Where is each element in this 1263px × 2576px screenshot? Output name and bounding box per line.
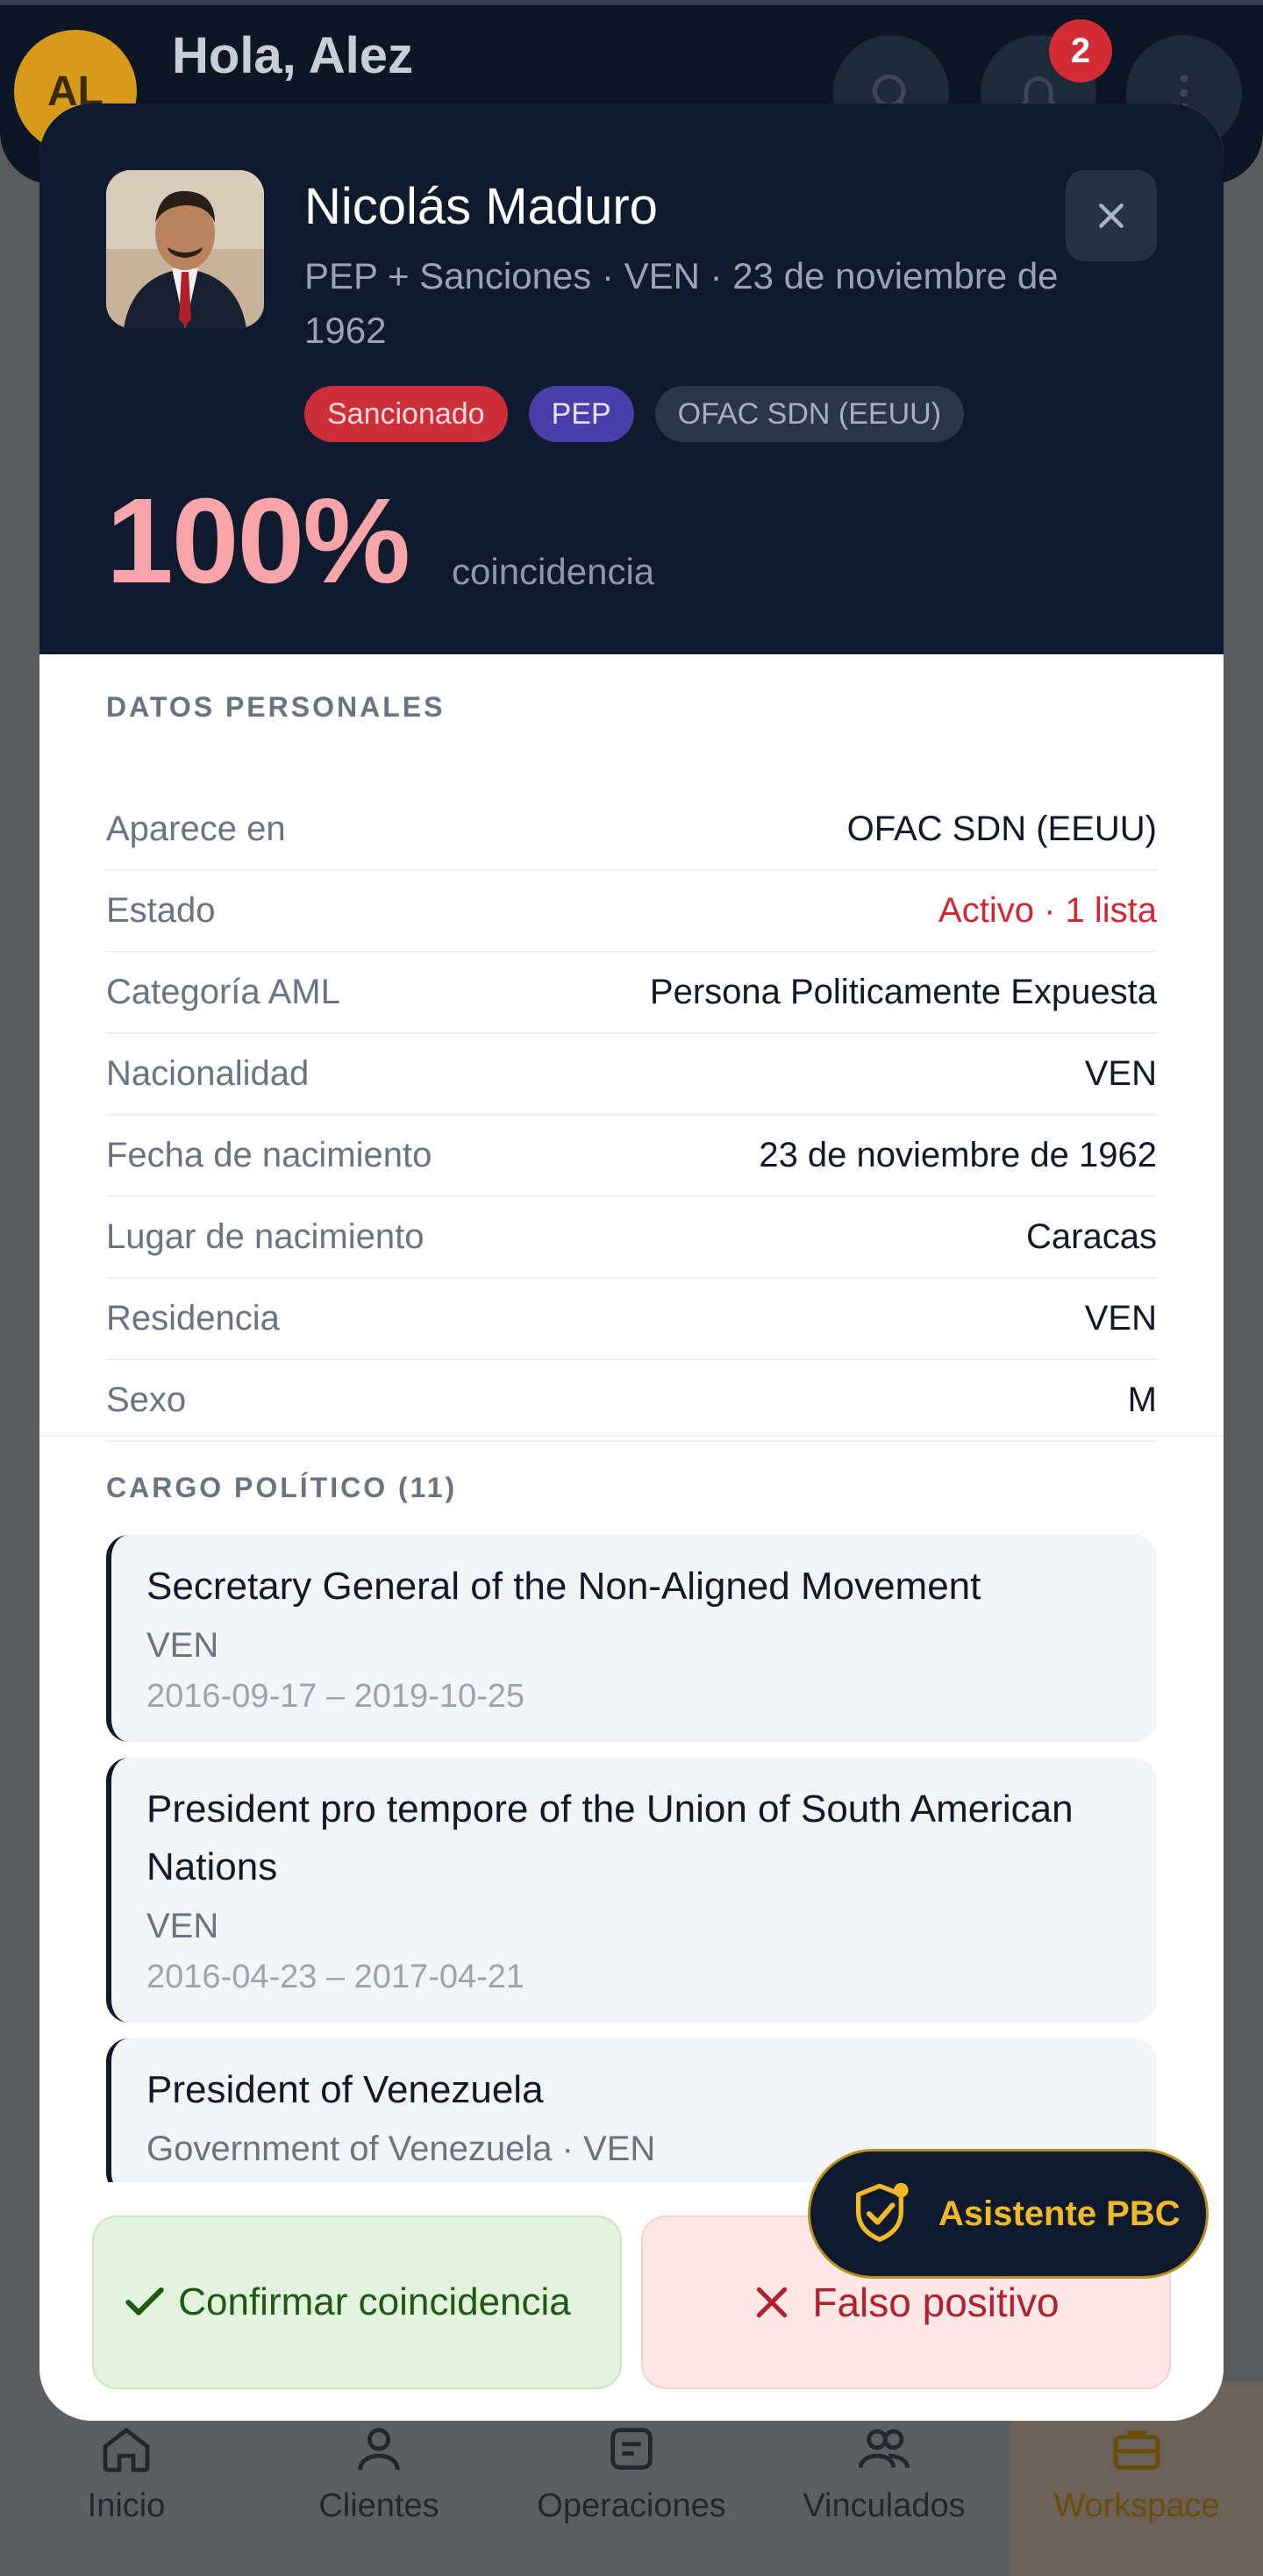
badge-list-source: OFAC SDN (EEUU) — [654, 386, 965, 442]
nav-label: Inicio — [87, 2487, 166, 2524]
match-score: 100% — [106, 474, 410, 609]
document-icon — [610, 2428, 653, 2470]
greeting-text: Hola, Alez — [172, 27, 414, 84]
row-value: 23 de noviembre de 1962 — [759, 1136, 1157, 1174]
row-key: Fecha de nacimiento — [106, 1136, 432, 1174]
match-detail-modal: Nicolás Maduro PEP + Sanciones · VEN · 2… — [39, 103, 1224, 2421]
data-row: Nacionalidad VEN — [106, 1034, 1157, 1116]
row-value: VEN — [1084, 1299, 1157, 1338]
section-title-positions: CARGO POLÍTICO (11) — [106, 1472, 458, 1503]
false-positive-label: Falso positivo — [812, 2280, 1060, 2325]
person-subtitle: PEP + Sanciones · VEN · 23 de noviembre … — [304, 255, 1059, 351]
nav-label: Workspace — [1053, 2487, 1220, 2524]
user-icon — [358, 2428, 400, 2471]
position-dates: 2016-09-17 – 2019-10-25 — [146, 1678, 525, 1715]
row-value: Caracas — [1026, 1217, 1157, 1256]
data-row: Sexo M — [106, 1360, 1157, 1442]
confirm-label: Confirmar coincidencia — [178, 2280, 571, 2323]
nav-label: Clientes — [318, 2487, 439, 2524]
row-key: Sexo — [106, 1381, 187, 1419]
position-card[interactable]: Secretary General of the Non-Aligned Mov… — [106, 1535, 1157, 1742]
person-name: Nicolás Maduro — [304, 178, 658, 235]
position-title: President of Venezuela — [146, 2068, 544, 2111]
row-key: Residencia — [106, 1299, 280, 1338]
briefcase-icon — [1113, 2430, 1160, 2470]
row-value: Persona Politicamente Expuesta — [649, 973, 1157, 1011]
x-icon — [757, 2287, 788, 2318]
row-key: Aparece en — [106, 810, 286, 848]
assistant-label: Asistente PBC — [938, 2194, 1181, 2233]
row-key: Nacionalidad — [106, 1054, 310, 1093]
row-key: Categoría AML — [106, 973, 340, 1011]
modal-header: Nicolás Maduro PEP + Sanciones · VEN · 2… — [39, 103, 1224, 654]
political-positions-list: Secretary General of the Non-Aligned Mov… — [106, 1535, 1157, 2211]
status-badges: Sancionado PEP OFAC SDN (EEUU) — [304, 386, 965, 442]
home-icon — [103, 2427, 150, 2473]
data-row: Categoría AML Persona Politicamente Expue… — [106, 953, 1157, 1034]
badge-pep: PEP — [528, 386, 634, 442]
data-row: Estado Activo · 1 lista — [106, 871, 1157, 953]
notification-badge: 2 — [1049, 19, 1112, 82]
data-row: Residencia VEN — [106, 1279, 1157, 1360]
profile-photo — [106, 170, 264, 328]
position-dates: 2016-04-23 – 2017-04-21 — [146, 1959, 525, 1995]
match-score-label: coincidencia — [452, 551, 655, 592]
confirm-match-button[interactable]: Confirmar coincidencia — [92, 2216, 622, 2389]
data-row: Aparece en OFAC SDN (EEUU) — [106, 789, 1157, 871]
row-key: Lugar de nacimiento — [106, 1217, 425, 1256]
row-value: M — [1127, 1381, 1157, 1419]
position-card[interactable]: President pro tempore of the Union of So… — [106, 1758, 1157, 2023]
row-key: Estado — [106, 891, 216, 930]
section-divider — [39, 1435, 1224, 1437]
position-subtitle: VEN — [146, 1626, 219, 1665]
badge-sancionado: Sancionado — [304, 386, 508, 442]
data-row: Lugar de nacimiento Caracas — [106, 1197, 1157, 1279]
position-subtitle: VEN — [146, 1907, 219, 1945]
status-line — [0, 0, 1263, 5]
row-value: Activo · 1 lista — [938, 891, 1157, 930]
nav-label: Operaciones — [537, 2487, 726, 2524]
close-icon — [1099, 203, 1124, 228]
close-button[interactable] — [1066, 170, 1157, 261]
section-title-personal: DATOS PERSONALES — [106, 691, 446, 723]
row-value: VEN — [1084, 1054, 1157, 1093]
row-value: OFAC SDN (EEUU) — [846, 810, 1157, 848]
shield-check-icon — [855, 2182, 909, 2242]
personal-data-list: Aparece en OFAC SDN (EEUU) Estado Activo ·… — [106, 789, 1157, 1442]
assistant-pbc-button[interactable]: Asistente PBC — [808, 2149, 1209, 2279]
users-icon — [858, 2429, 910, 2468]
position-title: Secretary General of the Non-Aligned Mov… — [146, 1565, 981, 1608]
check-icon — [125, 2287, 164, 2316]
position-title: President pro tempore of the Union of So… — [146, 1788, 1074, 1888]
nav-label: Vinculados — [803, 2487, 966, 2524]
data-row: Fecha de nacimiento 23 de noviembre de 19… — [106, 1116, 1157, 1197]
